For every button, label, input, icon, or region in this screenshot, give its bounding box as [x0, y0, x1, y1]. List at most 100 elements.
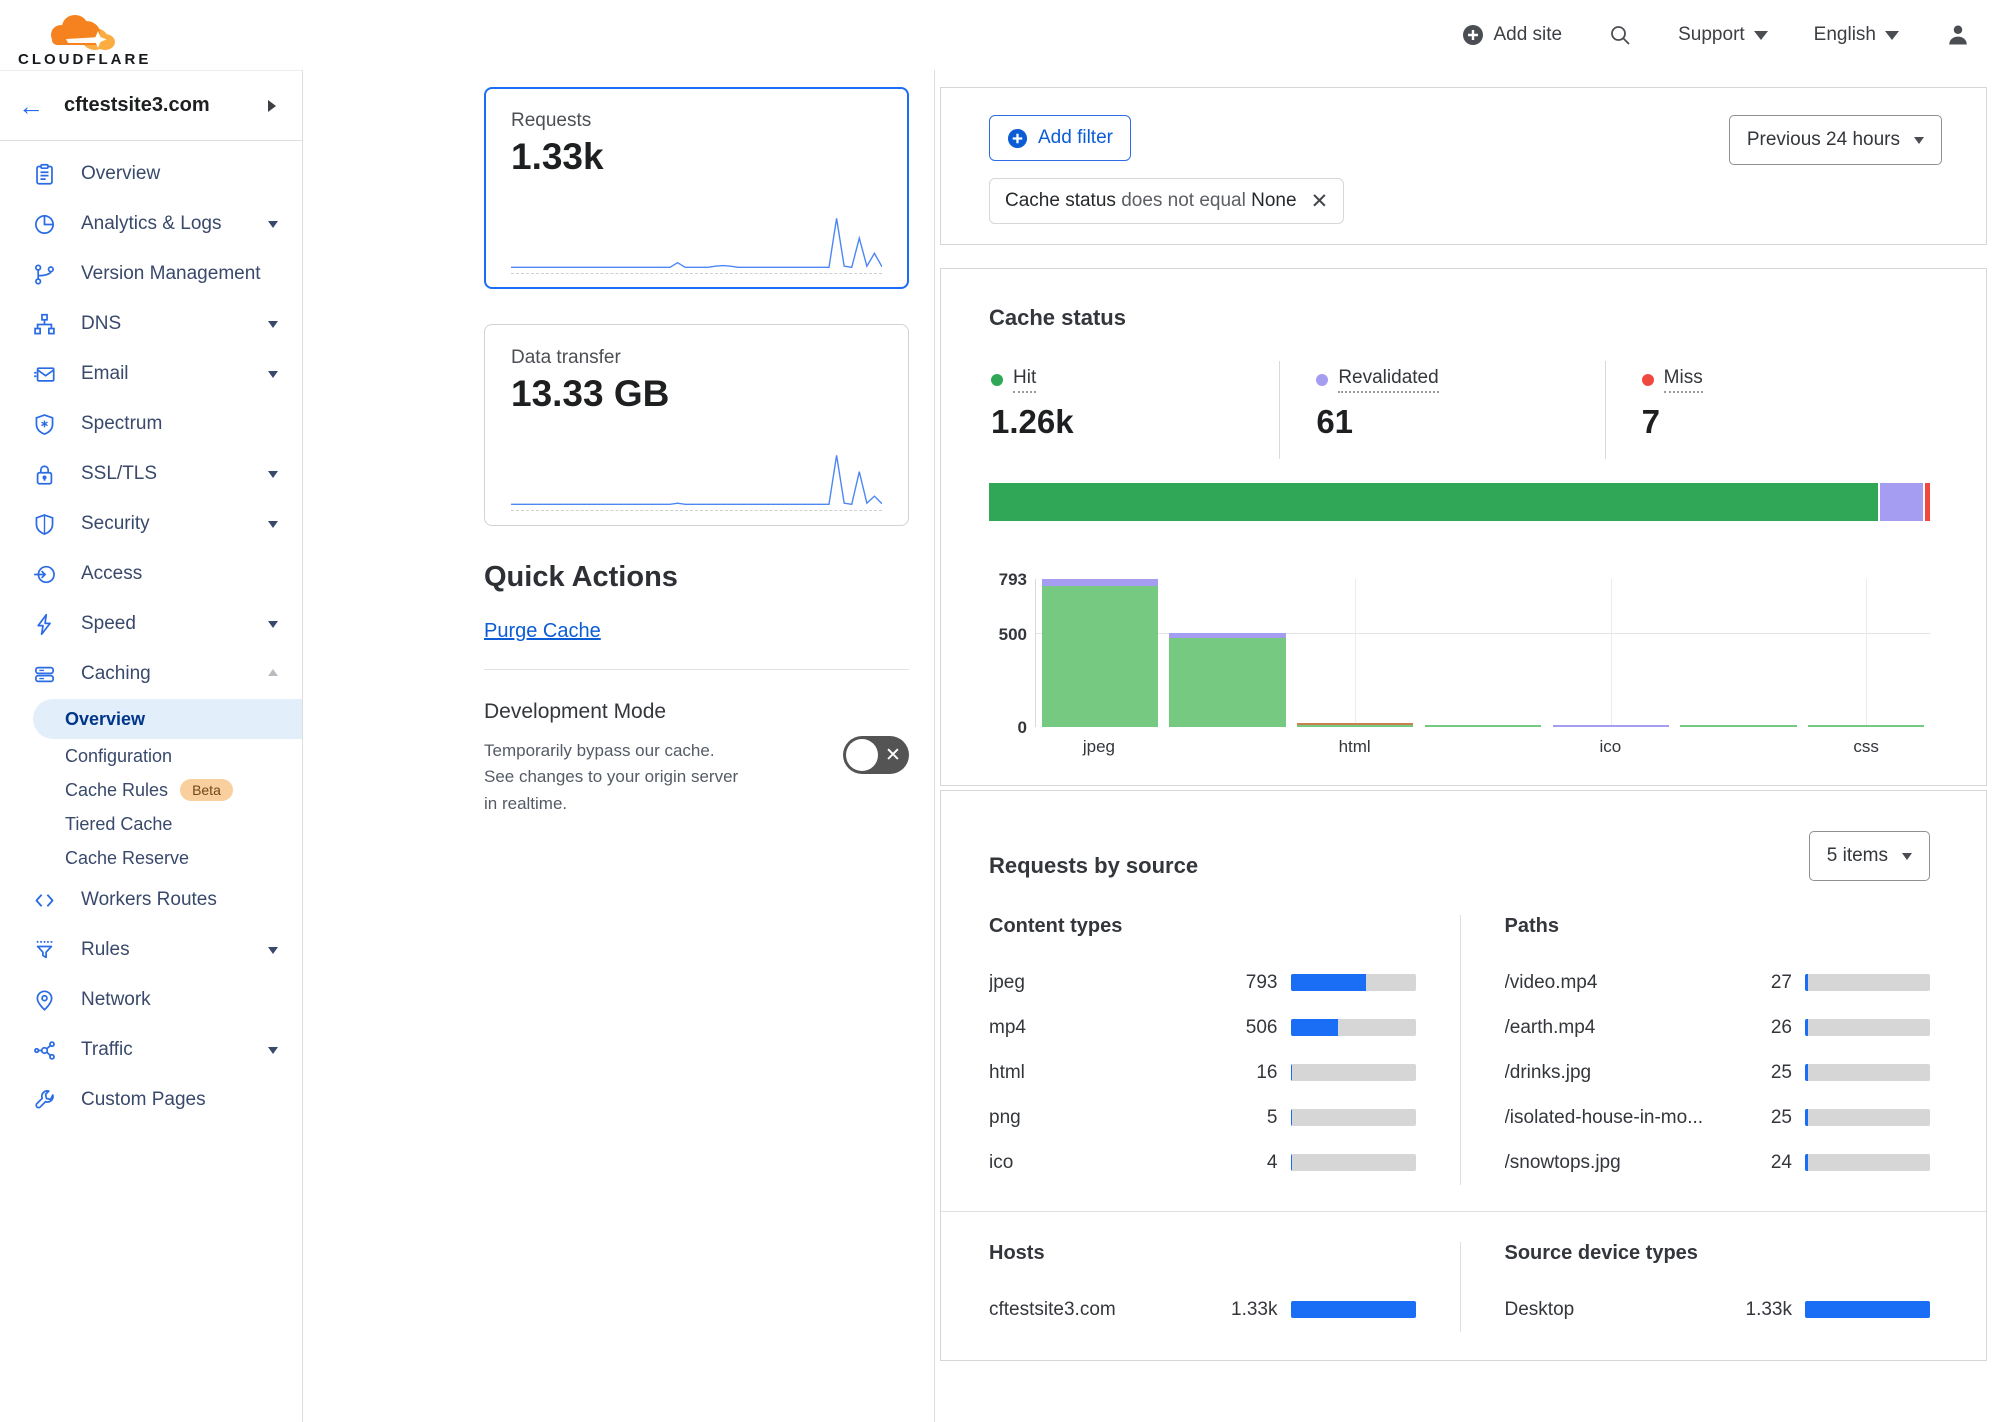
chevron-down-icon: [268, 321, 278, 333]
development-mode-toggle[interactable]: ✕: [843, 736, 909, 774]
revalidated-segment: [1880, 483, 1923, 521]
search-icon[interactable]: [1608, 23, 1632, 47]
chevron-down-icon: [1914, 137, 1924, 149]
revalidated-label[interactable]: Revalidated: [1338, 367, 1438, 393]
sidebar-item-access[interactable]: Access: [0, 549, 302, 599]
list-item[interactable]: mp4506: [989, 1005, 1416, 1050]
chevron-right-icon[interactable]: [268, 100, 282, 112]
data-transfer-sparkline-chart: [511, 453, 882, 511]
row-value: 1.33k: [1214, 1299, 1278, 1321]
share-nodes-icon: [33, 1038, 57, 1062]
sidebar-item-version-management[interactable]: Version Management: [0, 249, 302, 299]
sidebar-item-dns[interactable]: DNS: [0, 299, 302, 349]
row-progress-fill: [1805, 1019, 1808, 1036]
hosts-list: cftestsite3.com1.33k: [989, 1287, 1416, 1332]
list-item[interactable]: /snowtops.jpg24: [1505, 1140, 1931, 1185]
sidebar-item-analytics-logs[interactable]: Analytics & Logs: [0, 199, 302, 249]
quick-actions-title: Quick Actions: [484, 561, 909, 594]
list-item[interactable]: /drinks.jpg25: [1505, 1050, 1931, 1095]
sidebar-item-spectrum[interactable]: Spectrum: [0, 399, 302, 449]
sidebar-subitem-cache-rules[interactable]: Cache Rules Beta: [0, 773, 302, 807]
bar-segment: [1042, 586, 1158, 727]
sidebar-item-workers-routes[interactable]: Workers Routes: [0, 875, 302, 925]
chevron-down-icon: [1902, 853, 1912, 865]
hit-value: 1.26k: [991, 403, 1279, 441]
list-item[interactable]: html16: [989, 1050, 1416, 1095]
sidebar-item-ssl-tls[interactable]: SSL/TLS: [0, 449, 302, 499]
sidebar-item-custom-pages[interactable]: Custom Pages: [0, 1075, 302, 1125]
source-device-types-heading: Source device types: [1505, 1242, 1931, 1265]
sidebar-subitem-configuration[interactable]: Configuration: [0, 739, 302, 773]
list-item[interactable]: cftestsite3.com1.33k: [989, 1287, 1416, 1332]
list-item[interactable]: Desktop1.33k: [1505, 1287, 1931, 1332]
filter-chip: Cache status does not equal None ✕: [989, 178, 1344, 224]
back-arrow-icon[interactable]: ←: [18, 93, 44, 119]
sidebar-item-caching[interactable]: Caching: [0, 649, 302, 699]
row-progress-fill: [1805, 1064, 1808, 1081]
support-menu[interactable]: Support: [1678, 23, 1768, 47]
filter-operator: does not equal: [1121, 190, 1246, 211]
toggle-knob: [846, 739, 878, 771]
sidebar-item-network[interactable]: Network: [0, 975, 302, 1025]
row-progress-bar: [1291, 1064, 1416, 1081]
development-mode-description: Temporarily bypass our cache. See change…: [484, 738, 749, 817]
sidebar-item-security[interactable]: Security: [0, 499, 302, 549]
row-progress-fill: [1291, 1301, 1416, 1318]
add-site-button[interactable]: Add site: [1462, 24, 1562, 46]
sidebar-item-overview[interactable]: Overview: [0, 149, 302, 199]
miss-label[interactable]: Miss: [1664, 367, 1703, 393]
content-types-column: Content types jpeg793mp4506html16png5ico…: [989, 915, 1460, 1185]
row-label: png: [989, 1107, 1214, 1129]
sidebar-item-email[interactable]: Email: [0, 349, 302, 399]
row-progress-fill: [1805, 1154, 1808, 1171]
cloudflare-logo[interactable]: CLOUDFLARE: [18, 3, 151, 67]
list-item[interactable]: jpeg793: [989, 960, 1416, 1005]
sidebar-subitem-caching-overview[interactable]: Overview: [33, 699, 302, 739]
lightning-icon: [33, 612, 57, 636]
requests-metric-card[interactable]: Requests 1.33k: [484, 87, 909, 289]
paths-heading: Paths: [1505, 915, 1931, 938]
chevron-down-icon: [268, 371, 278, 383]
language-menu[interactable]: English: [1814, 23, 1899, 47]
content-types-list: jpeg793mp4506html16png5ico4: [989, 960, 1416, 1185]
sidebar-item-speed[interactable]: Speed: [0, 599, 302, 649]
location-pin-icon: [33, 988, 57, 1012]
items-count-dropdown[interactable]: 5 items: [1809, 831, 1930, 881]
chevron-down-icon: [1885, 31, 1899, 47]
hit-label[interactable]: Hit: [1013, 367, 1036, 393]
sidebar-item-rules[interactable]: Rules: [0, 925, 302, 975]
cache-status-stats: Hit 1.26k Revalidated 61 Miss: [989, 361, 1930, 459]
bar-unlabeled: [1164, 579, 1292, 727]
sidebar-item-traffic[interactable]: Traffic: [0, 1025, 302, 1075]
row-value: 27: [1728, 972, 1792, 994]
x-tick-label: html: [1291, 737, 1419, 757]
row-progress-bar: [1805, 1019, 1930, 1036]
row-label: /snowtops.jpg: [1505, 1152, 1729, 1174]
time-range-dropdown[interactable]: Previous 24 hours: [1729, 115, 1942, 165]
data-transfer-metric-card[interactable]: Data transfer 13.33 GB: [484, 324, 909, 526]
row-label: html: [989, 1062, 1214, 1084]
add-filter-button[interactable]: Add filter: [989, 115, 1131, 161]
purge-cache-link[interactable]: Purge Cache: [484, 620, 601, 643]
sidebar-subitem-cache-reserve[interactable]: Cache Reserve: [0, 841, 302, 875]
sidebar: ← cftestsite3.com Overview Analytics & L…: [0, 70, 303, 1422]
list-item[interactable]: /earth.mp426: [1505, 1005, 1931, 1050]
bar-css: [1802, 579, 1930, 727]
git-branch-icon: [33, 262, 57, 286]
user-account-icon[interactable]: [1945, 22, 1971, 48]
row-label: ico: [989, 1152, 1214, 1174]
chevron-down-icon: [268, 947, 278, 959]
hit-segment: [989, 483, 1878, 521]
list-item[interactable]: /video.mp427: [1505, 960, 1931, 1005]
list-item[interactable]: png5: [989, 1095, 1416, 1140]
list-item[interactable]: ico4: [989, 1140, 1416, 1185]
list-item[interactable]: /isolated-house-in-mo...25: [1505, 1095, 1931, 1140]
remove-filter-icon[interactable]: ✕: [1311, 191, 1329, 212]
source-tables-top: Content types jpeg793mp4506html16png5ico…: [989, 915, 1930, 1185]
y-axis-labels: 7935000: [989, 579, 1035, 727]
row-progress-bar: [1805, 1064, 1930, 1081]
caching-submenu: Overview Configuration Cache Rules Beta …: [0, 699, 302, 875]
sidebar-subitem-tiered-cache[interactable]: Tiered Cache: [0, 807, 302, 841]
miss-stat: Miss 7: [1605, 361, 1930, 459]
top-header: CLOUDFLARE Add site Support English: [0, 0, 1999, 70]
